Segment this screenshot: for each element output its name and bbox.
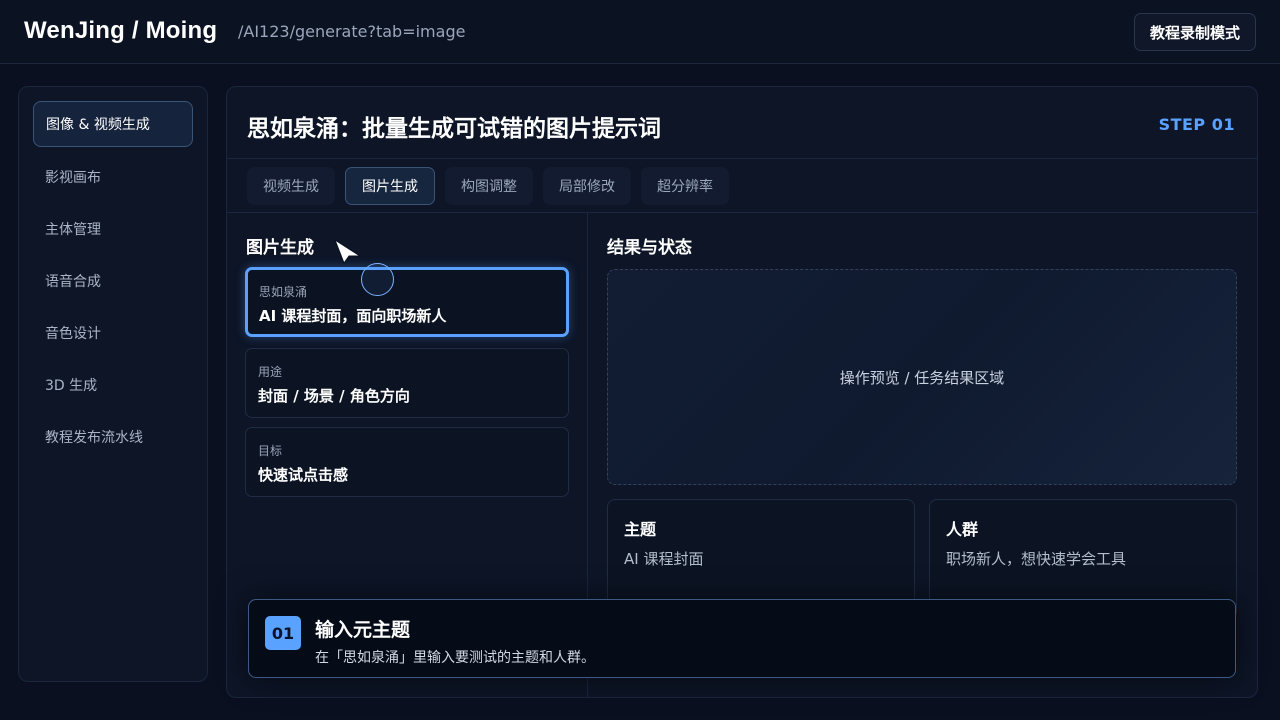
info-card-title: 人群 [946,520,979,539]
sidebar-item-label: 影视画布 [45,170,101,186]
field-value: AI 课程封面，面向职场新人 [259,307,447,325]
topic-input-field[interactable]: 思如泉涌 AI 课程封面，面向职场新人 [245,267,569,337]
preview-placeholder-text: 操作预览 / 任务结果区域 [839,368,1005,387]
field-label: 用途 [258,365,283,379]
info-card-text: 职场新人，想快速学会工具 [946,550,1127,568]
sidebar-item-film-canvas[interactable]: 影视画布 [33,154,193,200]
sidebar-item-label: 教程发布流水线 [45,430,143,446]
field-label: 目标 [258,444,283,458]
sidebar-item-label: 音色设计 [45,326,101,342]
sidebar-item-image-video[interactable]: 图像 & 视频生成 [33,101,193,147]
tutorial-tooltip: 01 输入元主题 在「思如泉涌」里输入要测试的主题和人群。 [248,599,1236,678]
info-card-text: AI 课程封面 [624,550,704,568]
tutorial-step-badge: 01 [265,616,301,650]
tab-bar: 视频生成 图片生成 构图调整 局部修改 超分辨率 [227,159,1257,213]
top-bar: WenJing / Moing /AI123/generate?tab=imag… [0,0,1280,64]
sidebar-item-voice-design[interactable]: 音色设计 [33,310,193,356]
info-card-title: 主题 [624,520,657,539]
click-indicator-ring [361,263,394,296]
tutorial-step-description: 在「思如泉涌」里输入要测试的主题和人群。 [315,650,595,666]
tab-video-generation[interactable]: 视频生成 [247,167,335,205]
sidebar-item-label: 3D 生成 [45,378,98,394]
sidebar-item-tutorial-pipeline[interactable]: 教程发布流水线 [33,414,193,460]
mouse-cursor-icon [333,238,362,264]
tutorial-step-title: 输入元主题 [315,619,411,641]
record-mode-button[interactable]: 教程录制模式 [1134,13,1256,51]
sidebar-item-label: 图像 & 视频生成 [46,117,150,133]
sidebar-item-speech-synthesis[interactable]: 语音合成 [33,258,193,304]
brand-logo[interactable]: WenJing / Moing [24,17,217,45]
sidebar-item-subject-management[interactable]: 主体管理 [33,206,193,252]
sidebar: 图像 & 视频生成 影视画布 主体管理 语音合成 音色设计 3D 生成 教程发布… [18,86,208,682]
url-path: /AI123/generate?tab=image [238,22,466,41]
sidebar-item-3d-generation[interactable]: 3D 生成 [33,362,193,408]
tab-composition-adjust[interactable]: 构图调整 [445,167,533,205]
page-title: 思如泉涌：批量生成可试错的图片提示词 [247,116,661,142]
tab-image-generation[interactable]: 图片生成 [345,167,435,205]
sidebar-item-label: 主体管理 [45,222,101,238]
purpose-input-field[interactable]: 用途 封面 / 场景 / 角色方向 [245,348,569,418]
tab-local-edit[interactable]: 局部修改 [543,167,631,205]
field-value: 快速试点击感 [258,466,349,484]
tab-super-resolution[interactable]: 超分辨率 [641,167,729,205]
field-label: 思如泉涌 [259,285,308,299]
field-value: 封面 / 场景 / 角色方向 [258,387,410,405]
right-section-title: 结果与状态 [607,238,692,258]
step-indicator: STEP 01 [1158,115,1235,134]
result-preview-area: 操作预览 / 任务结果区域 [607,269,1237,485]
left-section-title: 图片生成 [246,238,314,258]
main-header: 思如泉涌：批量生成可试错的图片提示词 STEP 01 [227,87,1257,159]
sidebar-item-label: 语音合成 [45,274,101,290]
goal-input-field[interactable]: 目标 快速试点击感 [245,427,569,497]
